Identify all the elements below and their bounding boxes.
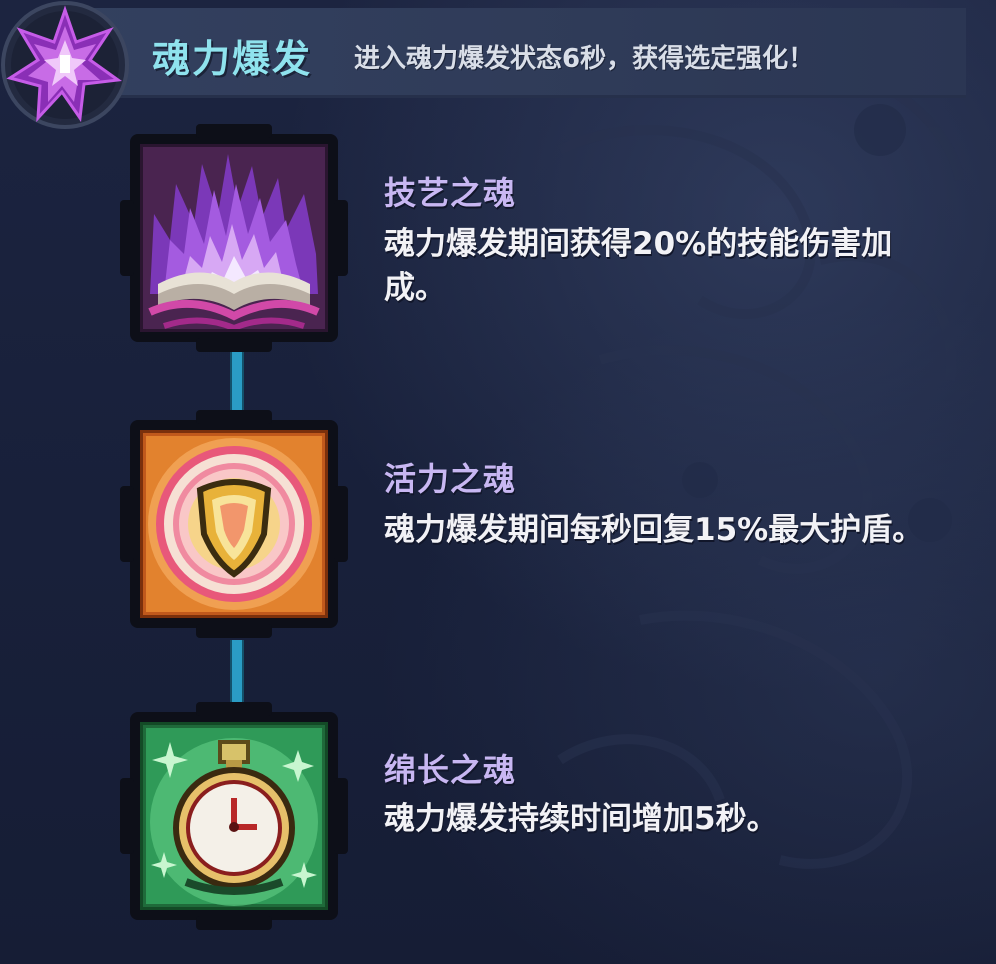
perk-description-skill: 魂力爆发期间获得20%的技能伤害加成。 [384,226,893,306]
perk-name-endurance: 绵长之魂 [384,751,517,789]
header-description: 进入魂力爆发状态6秒，获得选定强化！ [354,44,815,74]
perk-connector [230,640,244,706]
purple-star-crystal-icon [0,0,130,130]
purple-flame-book-icon [140,144,328,332]
perk-name-skill: 技艺之魂 [384,174,517,212]
perk-slot-skill[interactable] [118,122,350,354]
perk-connector [230,350,244,414]
page-title: 魂力爆发 [152,37,313,81]
golden-shield-icon [140,430,328,618]
perk-description-vitality: 魂力爆发期间每秒回复15%最大护盾。 [384,512,924,548]
perk-description-endurance: 魂力爆发持续时间增加5秒。 [384,801,778,837]
perk-slot-endurance[interactable] [118,700,350,932]
perk-name-vitality: 活力之魂 [384,460,517,498]
perk-slot-vitality[interactable] [118,408,350,640]
stopwatch-icon [140,722,328,910]
soul-burst-panel: 魂力爆发 进入魂力爆发状态6秒，获得选定强化！ 技艺之魂 魂力爆发期间获得20%… [0,0,996,964]
